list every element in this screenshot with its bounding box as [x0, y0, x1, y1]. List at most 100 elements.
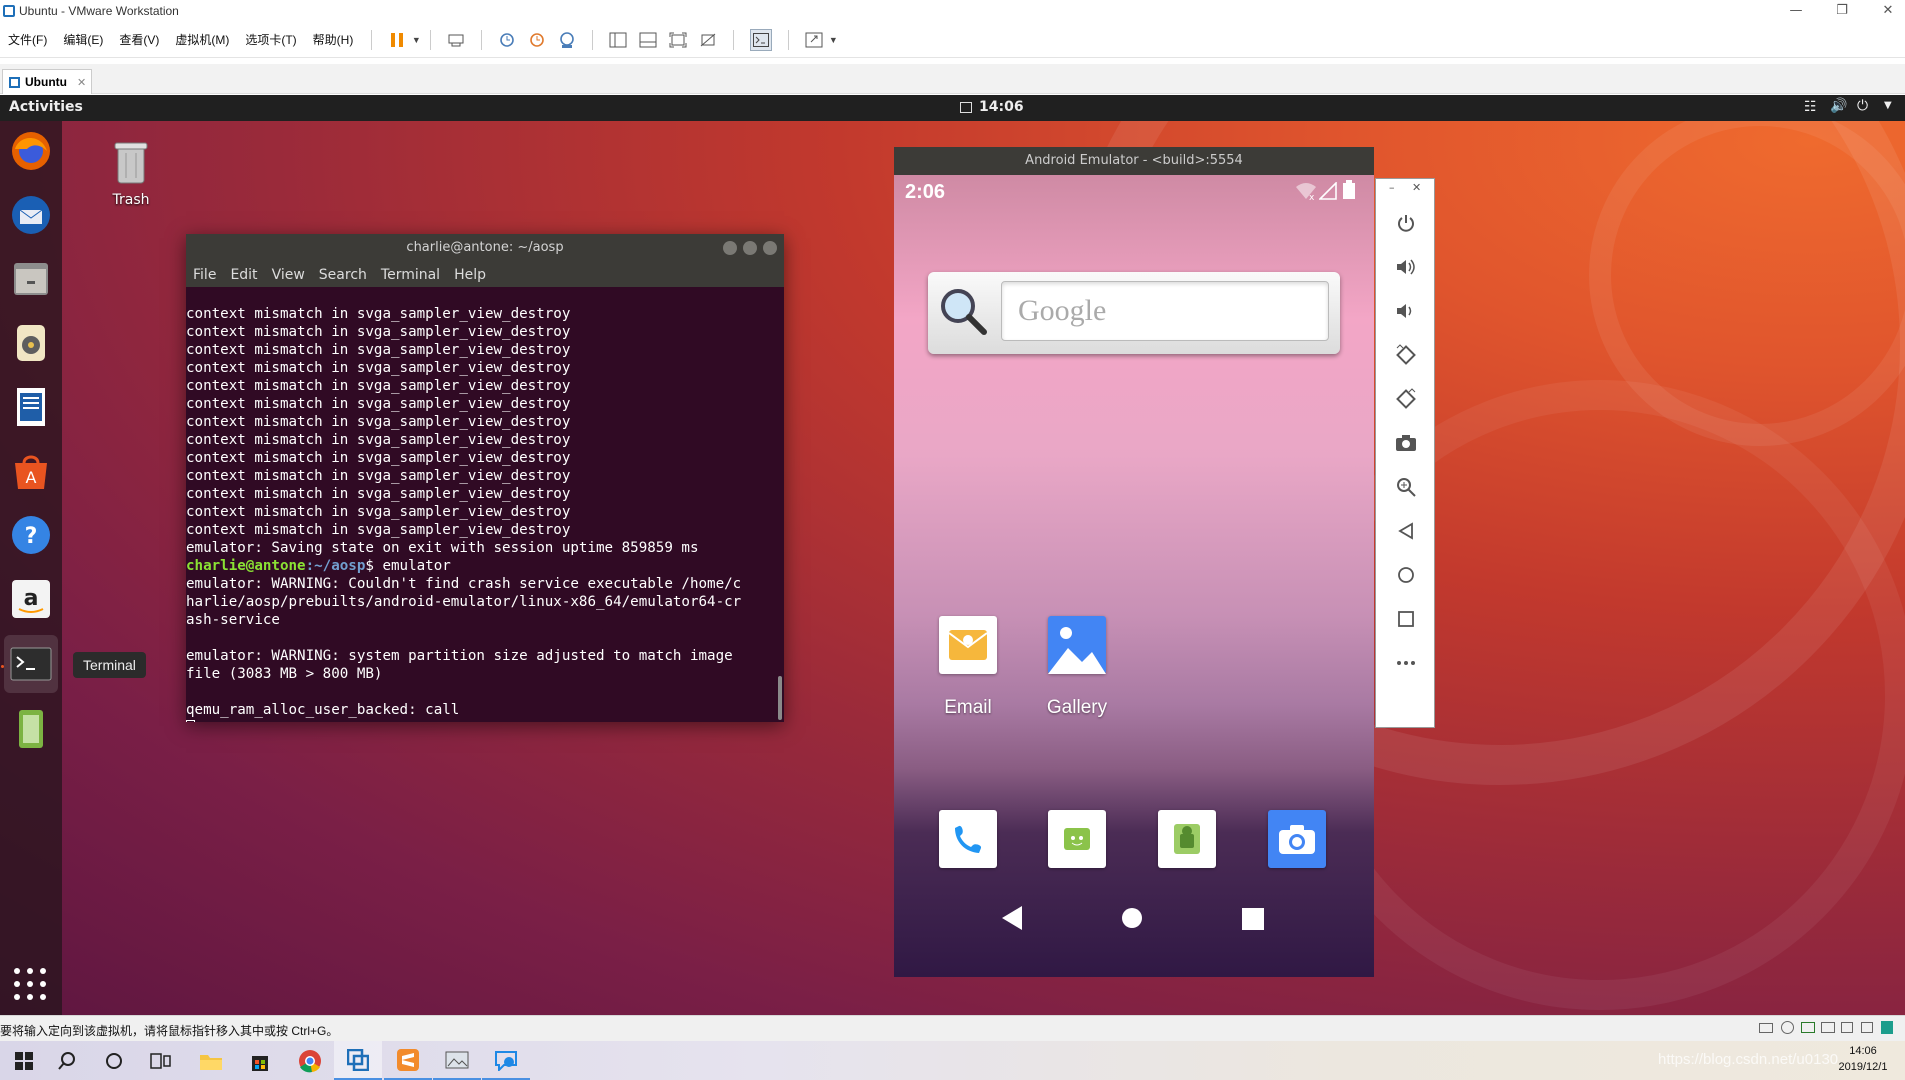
android-screen[interactable]: 2:06 x Google Email Gallery: [894, 175, 1374, 977]
email-app-icon[interactable]: [939, 616, 997, 674]
power-icon[interactable]: [1392, 209, 1420, 237]
rotate-right-icon[interactable]: [1392, 385, 1420, 413]
camera-app-icon[interactable]: [1268, 810, 1326, 868]
emulator-titlebar[interactable]: Android Emulator - <build>:5554: [894, 147, 1374, 175]
network-adapter-icon[interactable]: [1801, 1022, 1815, 1033]
activities-button[interactable]: Activities: [9, 99, 83, 115]
volume-icon[interactable]: 🔊: [1830, 98, 1847, 114]
close-button[interactable]: [763, 241, 777, 255]
restore-button[interactable]: ❐: [1819, 0, 1865, 22]
thumbnail-view-icon[interactable]: [639, 31, 657, 49]
screenshot-icon[interactable]: [1392, 429, 1420, 457]
cortana-icon[interactable]: [90, 1041, 138, 1080]
tab-ubuntu[interactable]: Ubuntu ✕: [2, 69, 92, 94]
cd-icon[interactable]: [1781, 1021, 1794, 1034]
android-app-icon[interactable]: [1158, 810, 1216, 868]
menu-file[interactable]: 文件(F): [0, 31, 55, 48]
send-ctrl-alt-del-icon[interactable]: [447, 31, 465, 49]
android-device-icon[interactable]: [7, 705, 55, 753]
phone-app-icon[interactable]: [939, 810, 997, 868]
terminal-output[interactable]: context mismatch in svga_sampler_view_de…: [186, 287, 784, 722]
revert-snapshot-icon[interactable]: [528, 31, 546, 49]
terminal-scrollbar[interactable]: [778, 676, 782, 720]
fullscreen-icon[interactable]: [669, 31, 687, 49]
terminal-line: context mismatch in svga_sampler_view_de…: [186, 486, 571, 502]
messaging-app-icon[interactable]: [1048, 810, 1106, 868]
search-icon[interactable]: [43, 1041, 91, 1080]
hdd-icon[interactable]: [1759, 1023, 1773, 1033]
store-icon[interactable]: [236, 1041, 284, 1080]
volume-up-icon[interactable]: [1392, 253, 1420, 281]
dropdown-icon[interactable]: ▼: [829, 31, 838, 49]
overview-icon[interactable]: [1392, 605, 1420, 633]
back-icon[interactable]: [1000, 905, 1024, 935]
maximize-button[interactable]: [743, 241, 757, 255]
menu-terminal[interactable]: Terminal: [374, 267, 447, 283]
message-icon[interactable]: [1881, 1021, 1893, 1034]
file-explorer-icon[interactable]: [187, 1041, 235, 1080]
display-icon[interactable]: [1861, 1022, 1873, 1033]
back-icon[interactable]: [1392, 517, 1420, 545]
panel-minimize-button[interactable]: –: [1389, 181, 1395, 194]
writer-icon[interactable]: [7, 383, 55, 431]
topbar-clock[interactable]: 14:06: [979, 99, 1024, 115]
desktop-icon-trash[interactable]: Trash: [100, 138, 162, 208]
search-input[interactable]: Google: [1001, 281, 1329, 341]
zoom-icon[interactable]: [1392, 473, 1420, 501]
menu-edit[interactable]: 编辑(E): [55, 31, 111, 48]
terminal-window[interactable]: charlie@antone: ~/aosp File Edit View Se…: [186, 234, 784, 722]
menu-view[interactable]: 查看(V): [111, 31, 167, 48]
minimize-button[interactable]: —: [1773, 0, 1819, 22]
amazon-icon[interactable]: a: [7, 575, 55, 623]
suspend-icon[interactable]: [388, 31, 406, 49]
menu-help[interactable]: Help: [447, 267, 493, 283]
menu-tabs[interactable]: 选项卡(T): [237, 31, 304, 48]
unity-icon[interactable]: [699, 31, 717, 49]
usb-icon[interactable]: [1821, 1022, 1835, 1033]
show-applications-icon[interactable]: [12, 966, 48, 1002]
more-icon[interactable]: [1392, 649, 1420, 677]
home-icon[interactable]: [1121, 907, 1143, 933]
menu-help[interactable]: 帮助(H): [305, 31, 362, 48]
network-icon[interactable]: ☷: [1804, 99, 1817, 115]
google-search-widget[interactable]: Google: [928, 272, 1340, 354]
panel-close-button[interactable]: ✕: [1412, 181, 1421, 194]
minimize-button[interactable]: [723, 241, 737, 255]
snapshot-icon[interactable]: [498, 31, 516, 49]
close-button[interactable]: ✕: [1865, 0, 1905, 22]
system-menu-arrow-icon[interactable]: ▼: [1884, 100, 1892, 111]
overview-icon[interactable]: [1242, 908, 1264, 934]
snapshot-manager-icon[interactable]: [558, 31, 576, 49]
volume-down-icon[interactable]: [1392, 297, 1420, 325]
help-icon[interactable]: ?: [7, 511, 55, 559]
menu-view[interactable]: View: [265, 267, 312, 283]
dropdown-icon[interactable]: ▼: [412, 31, 421, 49]
sublime-icon[interactable]: [384, 1041, 432, 1080]
chrome-icon[interactable]: [286, 1041, 334, 1080]
menu-file[interactable]: File: [186, 267, 223, 283]
console-view-icon[interactable]: [750, 28, 773, 51]
stretch-guest-icon[interactable]: [805, 31, 823, 49]
rhythmbox-icon[interactable]: [7, 319, 55, 367]
menu-search[interactable]: Search: [312, 267, 374, 283]
terminal-titlebar[interactable]: charlie@antone: ~/aosp: [186, 234, 784, 262]
menu-edit[interactable]: Edit: [223, 267, 264, 283]
tab-close-icon[interactable]: ✕: [77, 76, 86, 89]
sidebar-view-icon[interactable]: [609, 31, 627, 49]
android-emulator-window[interactable]: Android Emulator - <build>:5554 2:06 x G…: [894, 147, 1374, 977]
home-icon[interactable]: [1392, 561, 1420, 589]
start-button[interactable]: [0, 1041, 48, 1080]
menu-vm[interactable]: 虚拟机(M): [167, 31, 237, 48]
power-icon[interactable]: ⏻: [1857, 98, 1868, 114]
vmware-icon[interactable]: [334, 1041, 382, 1080]
files-icon[interactable]: [7, 255, 55, 303]
software-center-icon[interactable]: A: [7, 447, 55, 495]
image-viewer-icon[interactable]: [433, 1041, 481, 1080]
feedback-icon[interactable]: [482, 1041, 530, 1080]
task-view-icon[interactable]: [137, 1041, 185, 1080]
thunderbird-icon[interactable]: [7, 191, 55, 239]
rotate-left-icon[interactable]: [1392, 341, 1420, 369]
sound-icon[interactable]: [1841, 1022, 1853, 1033]
terminal-icon[interactable]: [4, 635, 58, 693]
firefox-icon[interactable]: [7, 127, 55, 175]
